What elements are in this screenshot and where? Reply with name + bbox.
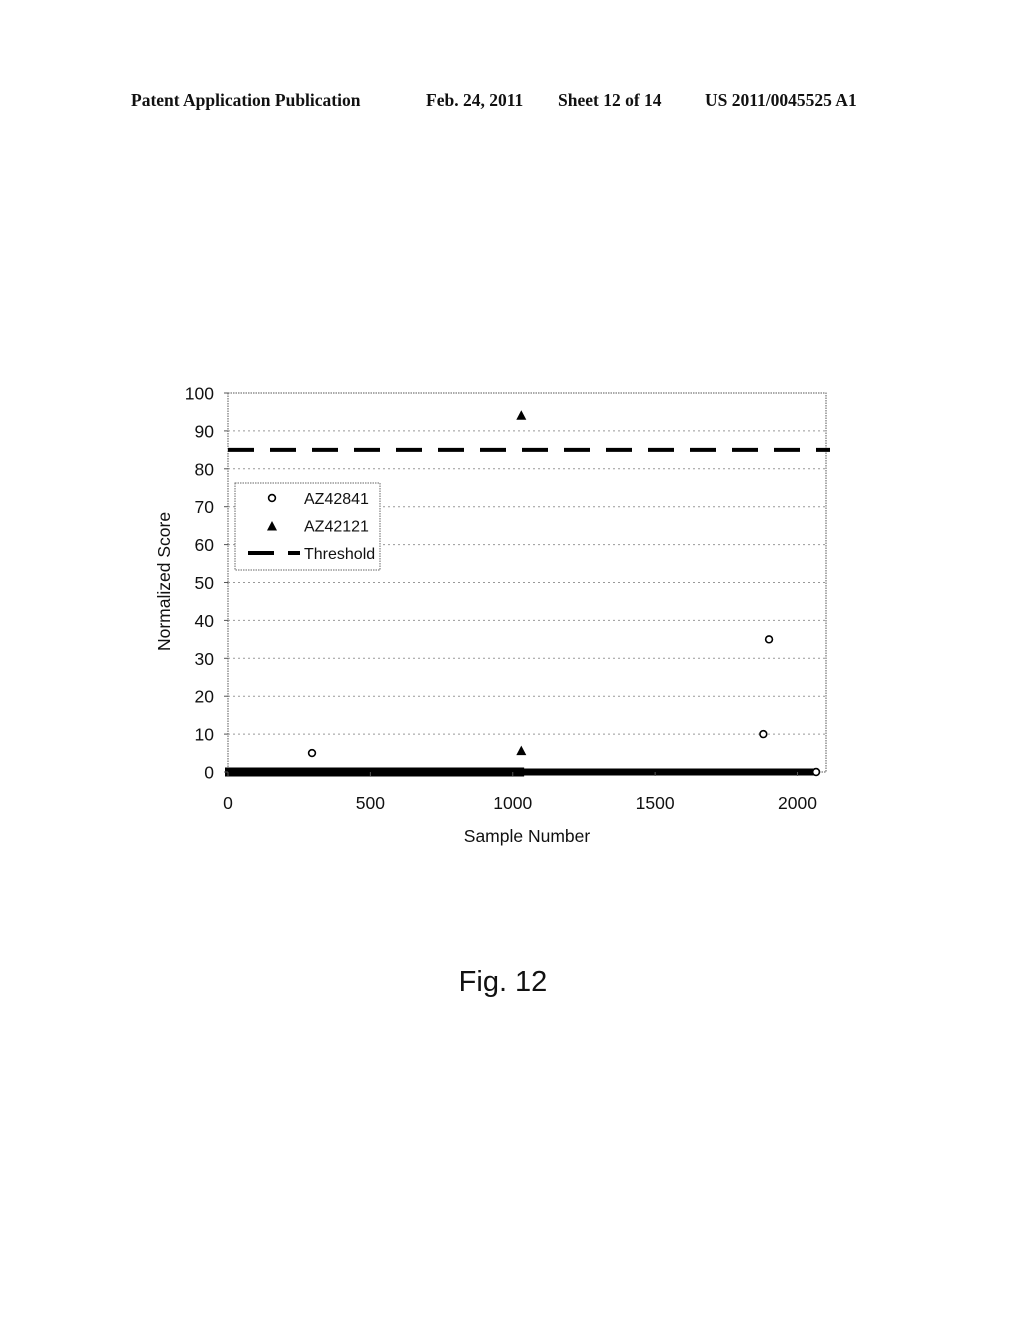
y-tick-label: 60 [195, 535, 215, 555]
y-tick-label: 40 [195, 611, 215, 631]
az42121-point [516, 410, 527, 420]
y-axis-label: Normalized Score [154, 512, 174, 651]
x-axis-label: Sample Number [464, 826, 591, 846]
zero-bands [225, 767, 815, 777]
y-tick-label: 10 [195, 725, 215, 745]
az42841-point [764, 635, 774, 644]
y-tick-label: 80 [195, 459, 215, 479]
gridlines [228, 430, 826, 735]
x-tick-label: 500 [356, 793, 385, 813]
legend-label: AZ42121 [304, 519, 369, 536]
legend-label: AZ42841 [304, 491, 369, 508]
y-tick-label: 70 [195, 497, 215, 517]
x-tick-label: 0 [223, 793, 233, 813]
az42121-point [516, 745, 527, 756]
legend-circle-icon [267, 493, 277, 503]
scatter-chart: 01020304050607080901000 500 1000 1500 2000 S… [154, 384, 830, 846]
x-tick-label: 1000 [493, 793, 532, 813]
az42841-point [307, 748, 317, 758]
data-points [307, 410, 821, 777]
az42121-zero-band [225, 767, 525, 777]
legend: AZ42841 AZ42121 Threshold [234, 482, 381, 571]
y-tick-label: 20 [195, 687, 215, 707]
figure-caption: Fig. 12 [458, 966, 548, 998]
az42841-point [811, 767, 821, 777]
figure-caption-wrap: Fig. 12 [0, 966, 1024, 999]
y-tick-label: 50 [195, 573, 215, 593]
x-tick-label: 1500 [636, 793, 675, 813]
y-tick-label: 30 [195, 649, 215, 669]
y-tick-label: 90 [195, 421, 215, 441]
az42841-point [759, 729, 768, 739]
y-tick-label: 0 [204, 763, 214, 783]
y-tick-label: 100 [185, 384, 214, 404]
legend-label: Threshold [304, 546, 375, 563]
x-tick-label: 2000 [778, 793, 817, 813]
